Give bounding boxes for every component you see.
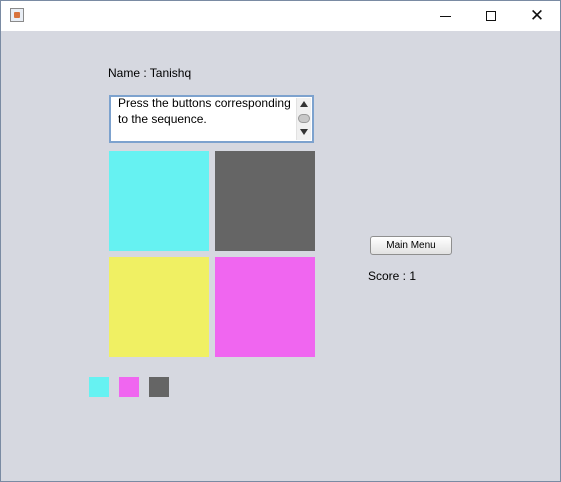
- scroll-thumb[interactable]: [298, 114, 310, 123]
- game-window: ✕ Name : Tanishq Press the buttons corre…: [0, 0, 561, 482]
- player-name-label: Name : Tanishq: [108, 66, 192, 80]
- minimize-button[interactable]: [422, 1, 468, 31]
- pad-cyan-button[interactable]: [109, 151, 209, 251]
- maximize-icon: [486, 11, 496, 21]
- scroll-up-arrow-icon[interactable]: [300, 101, 308, 107]
- instructions-scrollbar[interactable]: [296, 98, 311, 140]
- instructions-text-area[interactable]: Press the buttons corresponding to the s…: [109, 95, 314, 143]
- main-menu-button[interactable]: Main Menu: [370, 236, 452, 255]
- sequence-square: [119, 377, 139, 397]
- close-button[interactable]: ✕: [514, 1, 560, 31]
- scroll-down-arrow-icon[interactable]: [300, 129, 308, 135]
- pad-yellow-button[interactable]: [109, 257, 209, 357]
- minimize-icon: [439, 15, 451, 17]
- sequence-square: [149, 377, 169, 397]
- sequence-square: [89, 377, 109, 397]
- pad-gray-button[interactable]: [215, 151, 315, 251]
- close-icon: ✕: [529, 5, 545, 26]
- title-bar[interactable]: ✕: [1, 1, 560, 31]
- instructions-text: Press the buttons corresponding to the s…: [118, 96, 291, 126]
- maximize-button[interactable]: [468, 1, 514, 31]
- game-panel: Name : Tanishq Press the buttons corresp…: [1, 31, 560, 481]
- pad-magenta-button[interactable]: [215, 257, 315, 357]
- java-app-icon: [10, 8, 24, 22]
- score-label: Score : 1: [368, 269, 417, 283]
